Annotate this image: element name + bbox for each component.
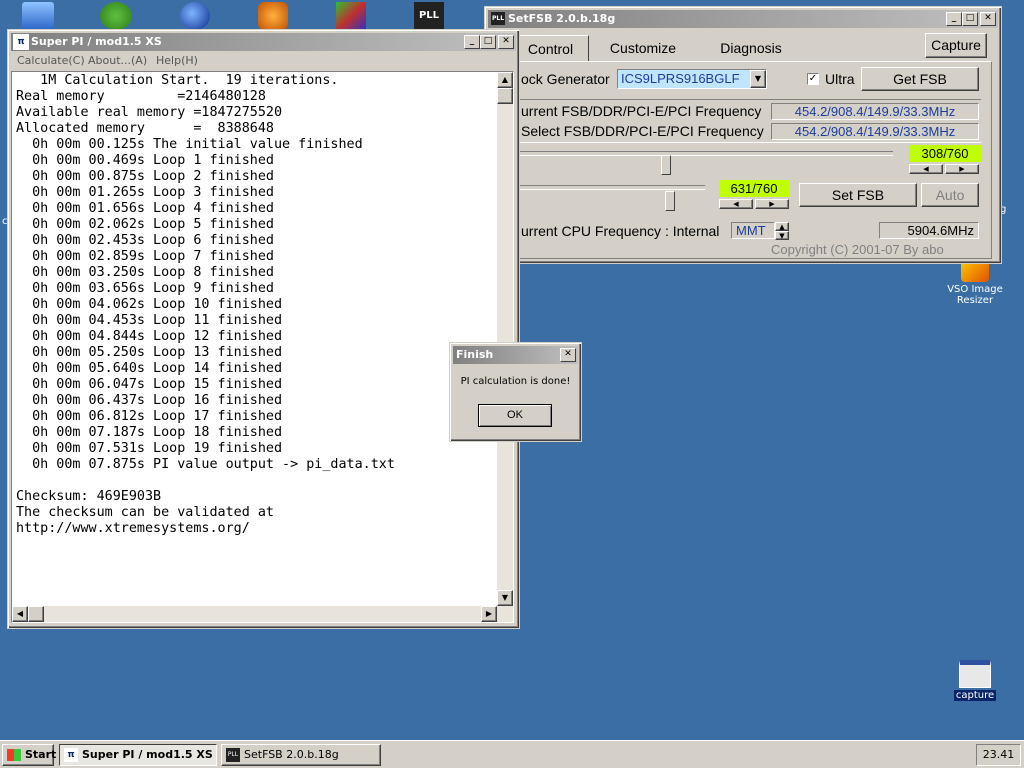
clock-generator-select[interactable]: ICS9LPRS916BGLF ▼ bbox=[617, 69, 767, 89]
desktop-icon-vso[interactable]: VSO Image Resizer bbox=[940, 258, 1010, 306]
system-clock[interactable]: 23.41 bbox=[976, 744, 1021, 766]
auto-button[interactable]: Auto bbox=[921, 183, 979, 207]
scroll-thumb[interactable] bbox=[497, 88, 513, 104]
pci-slider-thumb[interactable] bbox=[665, 191, 675, 211]
setfsb-window[interactable]: PLL SetFSB 2.0.b.18g _ □ ✕ Control Custo… bbox=[484, 6, 1002, 264]
ultra-label: Ultra bbox=[825, 71, 855, 87]
superpi-app-icon: π bbox=[64, 748, 78, 762]
dialog-message: PI calculation is done! bbox=[460, 376, 571, 387]
pll-small-icon: PLL bbox=[491, 12, 505, 25]
window-title: Super PI / mod1.5 XS bbox=[31, 35, 162, 48]
maximize-button[interactable]: □ bbox=[962, 12, 978, 26]
menu-bar: Calculate(C) About...(A) Help(H) bbox=[11, 52, 516, 70]
scroll-down-button[interactable]: ▼ bbox=[497, 590, 513, 606]
cpu-source-up[interactable]: ▲ bbox=[775, 222, 789, 231]
fsb-slider-value: 308/760 bbox=[909, 145, 981, 162]
windows-logo-icon bbox=[7, 749, 21, 761]
select-frequency-label: Select FSB/DDR/PCI-E/PCI Frequency bbox=[521, 123, 764, 139]
select-frequency-value: 454.2/908.4/149.9/33.3MHz bbox=[771, 123, 979, 140]
finish-dialog[interactable]: Finish ✕ PI calculation is done! OK bbox=[449, 342, 582, 442]
desktop-icon-label: VSO Image Resizer bbox=[947, 284, 1003, 306]
tab-diagnosis[interactable]: Diagnosis bbox=[703, 35, 799, 61]
window-title: SetFSB 2.0.b.18g bbox=[508, 12, 616, 25]
superpi-window[interactable]: π Super PI / mod1.5 XS _ □ ✕ Calculate(C… bbox=[7, 29, 520, 629]
get-fsb-button[interactable]: Get FSB bbox=[861, 67, 979, 91]
pll-small-icon: PLL bbox=[226, 748, 240, 762]
task-setfsb[interactable]: PLL SetFSB 2.0.b.18g bbox=[221, 744, 381, 766]
ok-button[interactable]: OK bbox=[478, 404, 552, 427]
menu-help[interactable]: Help(H) bbox=[156, 52, 198, 70]
clock-generator-label: ock Generator bbox=[521, 71, 610, 87]
desktop-icon-capture[interactable]: capture bbox=[940, 660, 1010, 701]
slider2-right-arrow[interactable]: ▶ bbox=[755, 199, 789, 209]
globe-icon[interactable] bbox=[180, 2, 210, 30]
capture-button[interactable]: Capture bbox=[925, 33, 987, 58]
ultra-checkbox[interactable]: ✓ bbox=[807, 73, 819, 85]
menu-calculate[interactable]: Calculate(C) bbox=[17, 52, 85, 70]
cpu-source-field[interactable]: MMT bbox=[731, 222, 775, 239]
setfsb-titlebar[interactable]: PLL SetFSB 2.0.b.18g _ □ ✕ bbox=[488, 10, 998, 28]
set-fsb-button[interactable]: Set FSB bbox=[799, 183, 917, 207]
task-superpi[interactable]: π Super PI / mod1.5 XS bbox=[59, 744, 217, 766]
window-icon bbox=[959, 660, 991, 688]
desktop-icon-label: capture bbox=[953, 690, 997, 701]
fsb-slider-track[interactable] bbox=[517, 151, 893, 156]
scroll-left-button[interactable]: ◀ bbox=[12, 606, 28, 622]
start-button[interactable]: Start bbox=[2, 744, 56, 766]
gear-icon[interactable] bbox=[258, 2, 288, 30]
superpi-app-icon: π bbox=[13, 34, 29, 50]
computer-icon[interactable] bbox=[22, 2, 54, 30]
minimize-button[interactable]: _ bbox=[946, 12, 962, 26]
cpu-source-down[interactable]: ▼ bbox=[775, 231, 789, 240]
menu-about[interactable]: About...(A) bbox=[88, 52, 147, 70]
copyright-text: Copyright (C) 2001-07 By abo bbox=[771, 242, 944, 257]
current-frequency-value: 454.2/908.4/149.9/33.3MHz bbox=[771, 103, 979, 120]
fsb-slider-thumb[interactable] bbox=[661, 155, 671, 175]
output-area[interactable]: 1M Calculation Start. 19 iterations. Rea… bbox=[11, 71, 514, 623]
slider2-left-arrow[interactable]: ◀ bbox=[719, 199, 753, 209]
horizontal-scrollbar[interactable]: ◀ ▶ bbox=[12, 606, 513, 622]
current-frequency-label: urrent FSB/DDR/PCI-E/PCI Frequency bbox=[521, 103, 762, 119]
superpi-titlebar[interactable]: π Super PI / mod1.5 XS _ □ ✕ bbox=[11, 33, 516, 51]
close-button[interactable]: ✕ bbox=[560, 348, 576, 362]
scroll-right-button[interactable]: ▶ bbox=[481, 606, 497, 622]
minimize-button[interactable]: _ bbox=[464, 35, 480, 49]
pci-slider-value: 631/760 bbox=[719, 180, 789, 197]
maximize-button[interactable]: □ bbox=[480, 35, 496, 49]
cpu-frequency-label: urrent CPU Frequency : Internal bbox=[521, 223, 720, 239]
close-button[interactable]: ✕ bbox=[498, 35, 514, 49]
pll-icon[interactable]: PLL bbox=[414, 2, 444, 30]
calculation-log: 1M Calculation Start. 19 iterations. Rea… bbox=[16, 73, 395, 536]
dialog-title: Finish bbox=[456, 348, 494, 361]
hscroll-thumb[interactable] bbox=[28, 606, 44, 622]
close-button[interactable]: ✕ bbox=[980, 12, 996, 26]
clock-generator-value: ICS9LPRS916BGLF bbox=[621, 71, 740, 86]
am-app-icon[interactable] bbox=[100, 2, 132, 30]
dialog-titlebar[interactable]: Finish ✕ bbox=[453, 346, 578, 364]
tab-customize[interactable]: Customize bbox=[593, 35, 693, 61]
slider1-right-arrow[interactable]: ▶ bbox=[945, 164, 979, 174]
vertical-scrollbar[interactable]: ▲ ▼ bbox=[497, 72, 513, 606]
scroll-up-button[interactable]: ▲ bbox=[497, 72, 513, 88]
cpu-frequency-value: 5904.6MHz bbox=[879, 222, 979, 239]
chart-app-icon[interactable] bbox=[336, 2, 366, 30]
tab-control[interactable]: Control bbox=[513, 35, 589, 61]
pci-slider-track[interactable] bbox=[517, 185, 705, 190]
chevron-down-icon[interactable]: ▼ bbox=[750, 70, 766, 88]
slider1-left-arrow[interactable]: ◀ bbox=[909, 164, 943, 174]
